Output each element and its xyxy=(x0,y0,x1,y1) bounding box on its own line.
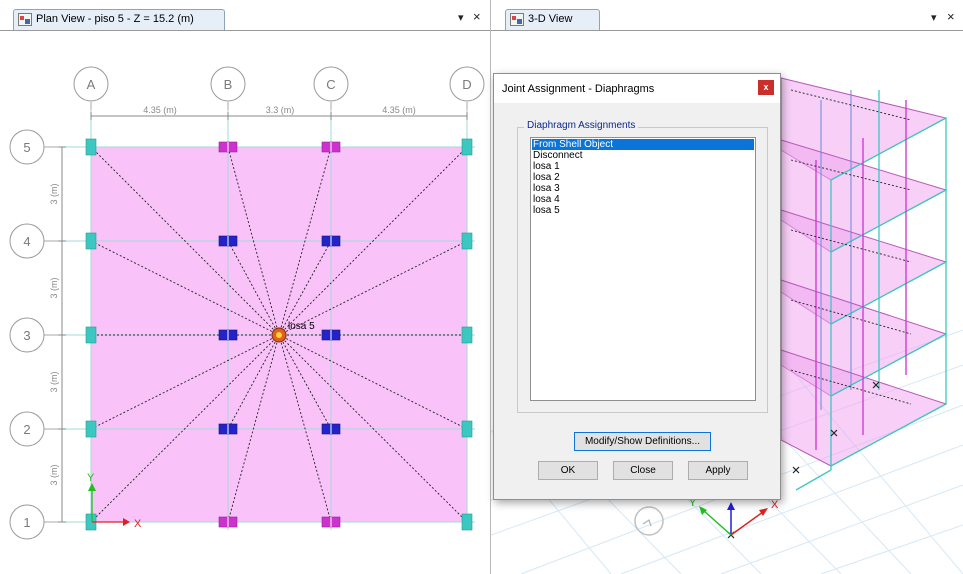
ok-button[interactable]: OK xyxy=(538,461,598,480)
diaphragm-center-joint[interactable] xyxy=(271,327,287,343)
3d-view-tab-title: 3-D View xyxy=(528,13,573,25)
joint-assignment-dialog[interactable]: Joint Assignment - Diaphragms x Diaphrag… xyxy=(493,73,781,500)
dimension-ab: 4.35 (m) xyxy=(143,105,177,115)
grid-label-1: 1 xyxy=(23,515,30,530)
3d-view-menu-icon[interactable]: ▾ xyxy=(931,11,937,24)
3d-view-tab-icon xyxy=(510,13,524,26)
plan-view-tab-icon xyxy=(18,13,32,26)
dimension-row-2-1: 3 (m) xyxy=(49,465,59,486)
list-item[interactable]: losa 4 xyxy=(532,194,754,205)
list-item[interactable]: losa 5 xyxy=(532,205,754,216)
3d-axes-icon xyxy=(699,502,768,536)
list-item[interactable]: Disconnect xyxy=(532,150,754,161)
list-item[interactable]: losa 3 xyxy=(532,183,754,194)
grid-label-c: C xyxy=(326,77,335,92)
dimension-bc: 3.3 (m) xyxy=(266,105,295,115)
list-item[interactable]: losa 2 xyxy=(532,172,754,183)
dimension-row-3-2: 3 (m) xyxy=(49,372,59,393)
plan-view-tab-title: Plan View - piso 5 - Z = 15.2 (m) xyxy=(36,13,194,25)
dimension-row-4-3: 3 (m) xyxy=(49,278,59,299)
dialog-title: Joint Assignment - Diaphragms xyxy=(502,83,655,95)
grid-label-a: A xyxy=(87,77,96,92)
grid-label-3: 3 xyxy=(23,328,30,343)
plan-view-canvas[interactable]: 4.35 (m) 3.3 (m) 4.35 (m) 3 (m) 3 (m) 3 … xyxy=(0,30,490,574)
plan-view-pane[interactable]: Plan View - piso 5 - Z = 15.2 (m) ▾ × 4.… xyxy=(0,0,491,574)
plan-view-tabstrip: Plan View - piso 5 - Z = 15.2 (m) ▾ × xyxy=(0,0,490,31)
grid-label-2: 2 xyxy=(23,422,30,437)
plan-view-menu-icon[interactable]: ▾ xyxy=(458,11,464,24)
list-item[interactable]: From Shell Object xyxy=(532,139,754,150)
tab-plan-view[interactable]: Plan View - piso 5 - Z = 15.2 (m) xyxy=(13,9,225,30)
3d-view-tabstrip: 3-D View ▾ × xyxy=(491,0,963,31)
tab-3d-view[interactable]: 3-D View xyxy=(505,9,600,30)
grid-label-b: B xyxy=(224,77,233,92)
dialog-titlebar[interactable]: Joint Assignment - Diaphragms x xyxy=(494,74,780,103)
apply-button[interactable]: Apply xyxy=(688,461,748,480)
list-item[interactable]: losa 1 xyxy=(532,161,754,172)
plan-view-close-icon[interactable]: × xyxy=(473,9,481,24)
group-label: Diaphragm Assignments xyxy=(524,120,639,131)
dimension-row-5-4: 3 (m) xyxy=(49,184,59,205)
3d-axis-x-label: X xyxy=(771,499,779,511)
plan-axis-x-label: X xyxy=(134,518,142,530)
3d-view-close-icon[interactable]: × xyxy=(947,9,955,24)
grid-label-d: D xyxy=(462,77,471,92)
grid-label-5: 5 xyxy=(23,140,30,155)
modify-show-definitions-button[interactable]: Modify/Show Definitions... xyxy=(574,432,711,451)
dimension-cd: 4.35 (m) xyxy=(382,105,416,115)
close-button[interactable]: Close xyxy=(613,461,673,480)
grid-label-4: 4 xyxy=(23,234,30,249)
plan-axis-y-label: Y xyxy=(87,472,95,484)
dialog-close-button[interactable]: x xyxy=(758,80,774,95)
diaphragm-label: losa 5 xyxy=(288,321,315,332)
diaphragm-listbox[interactable]: From Shell Object Disconnect losa 1 losa… xyxy=(530,137,756,401)
